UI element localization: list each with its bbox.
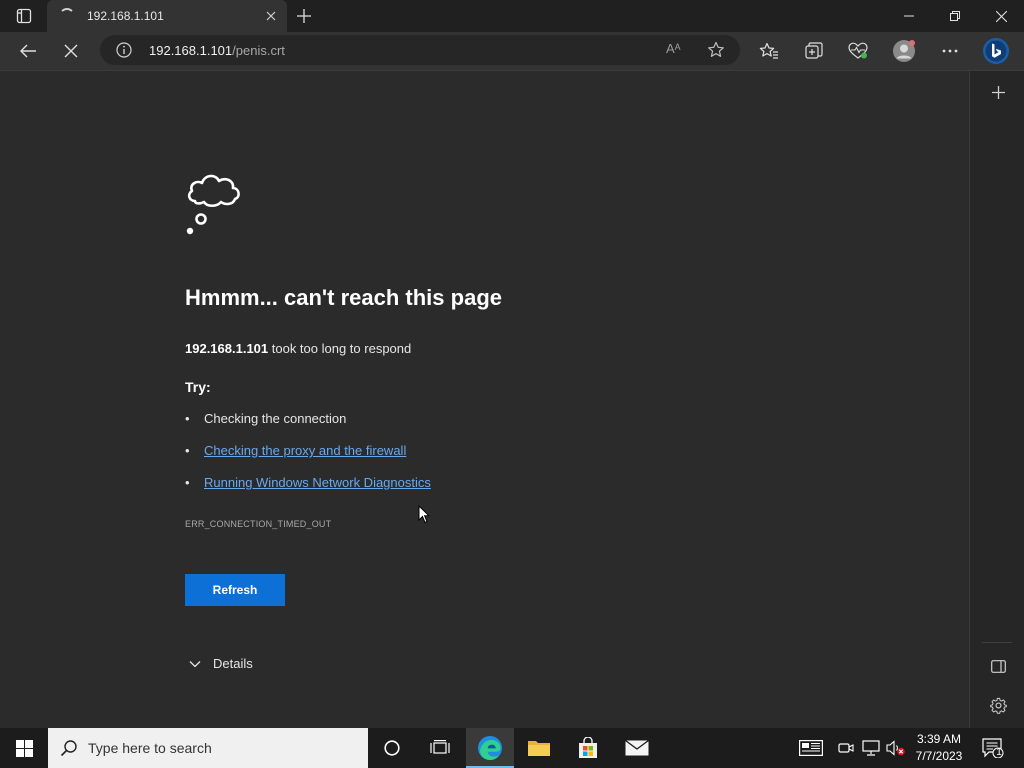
system-clock[interactable]: 3:39 AM 7/7/2023 [911,731,967,765]
bing-icon [983,38,1009,64]
notification-count: 1 [996,747,1002,758]
search-icon [60,740,77,757]
task-view-icon [430,740,450,754]
mouse-pointer-icon [418,505,430,524]
cloud-icon [186,174,240,235]
restore-icon [950,11,960,21]
network-button[interactable] [861,728,881,768]
address-bar[interactable]: 192.168.1.101/penis.crt Aᴬ [100,35,740,65]
profile-button[interactable] [889,36,919,66]
tab-actions-icon [16,8,31,24]
list-item: Checking the connection [185,411,431,443]
hide-sidebar-button[interactable] [988,656,1008,676]
details-label: Details [213,656,253,671]
volume-muted-icon [886,740,905,756]
edge-icon [478,736,502,760]
taskbar: Type here to search 3:39 AM 7/7/2023 1 [0,728,1024,768]
plus-icon [991,85,1005,99]
clock-date: 7/7/2023 [915,749,963,763]
heart-pulse-icon [848,42,868,59]
folder-icon [528,741,550,756]
store-icon [579,737,597,758]
settings-and-more-button[interactable] [935,36,965,66]
refresh-button[interactable]: Refresh [185,574,285,606]
taskbar-explorer-button[interactable] [515,728,563,768]
add-sidebar-app-button[interactable] [988,82,1008,102]
clock-time: 3:39 AM [916,732,962,746]
address-url[interactable]: 192.168.1.101/penis.crt [149,43,285,58]
url-host: 192.168.1.101 [149,43,233,58]
taskbar-mail-button[interactable] [613,728,661,768]
suggestion-list: Checking the connection Checking the pro… [185,411,431,507]
url-path: /penis.crt [232,43,285,58]
task-view-button[interactable] [416,728,464,768]
mail-icon [625,740,649,756]
bing-chat-button[interactable] [981,36,1011,66]
taskbar-search-box[interactable]: Type here to search [48,728,368,768]
minimize-icon [904,15,914,17]
details-toggle[interactable]: Details [189,656,253,671]
close-icon [266,11,276,21]
tab-actions-button[interactable] [0,0,47,32]
back-arrow-icon [20,44,36,58]
news-button[interactable] [797,728,825,768]
sidebar-settings-button[interactable] [988,695,1008,715]
tab-title: 192.168.1.101 [87,9,164,23]
sidebar-toggle-icon [990,659,1006,673]
read-aloud-icon[interactable]: Aᴬ [666,41,681,56]
news-icon [799,740,823,756]
action-center-button[interactable]: 1 [978,728,1008,768]
sidebar-pane [969,71,1024,728]
close-icon [995,10,1007,22]
start-button[interactable] [0,728,48,768]
more-icon [942,49,958,53]
try-label: Try: [185,379,211,395]
stop-loading-button[interactable] [56,36,86,66]
camera-icon [838,743,854,753]
loading-spinner-icon [59,8,75,24]
browser-essentials-button[interactable] [843,36,873,66]
error-page: Hmmm... can't reach this page 192.168.1.… [0,71,969,728]
network-icon [862,740,880,756]
browser-toolbar: 192.168.1.101/penis.crt Aᴬ [0,32,1024,71]
minimize-button[interactable] [886,0,932,32]
error-host: 192.168.1.101 [185,341,269,356]
chevron-down-icon [189,660,201,667]
cortana-icon [384,740,400,756]
back-button[interactable] [13,36,43,66]
stop-icon [64,44,78,58]
search-placeholder: Type here to search [88,740,212,756]
proxy-firewall-link[interactable]: Checking the proxy and the firewall [204,443,406,458]
restore-button[interactable] [932,0,978,32]
profile-icon [893,40,915,62]
window-close-button[interactable] [978,0,1024,32]
taskbar-store-button[interactable] [564,728,612,768]
tab-strip: 192.168.1.101 [0,0,1024,32]
gear-icon [989,697,1007,714]
cortana-button[interactable] [368,728,416,768]
info-icon[interactable] [116,42,132,58]
error-code: ERR_CONNECTION_TIMED_OUT [185,519,332,529]
network-diagnostics-link[interactable]: Running Windows Network Diagnostics [204,475,431,490]
list-item: Running Windows Network Diagnostics [185,475,431,507]
suggestion-text: Checking the connection [204,411,347,426]
new-tab-button[interactable] [292,4,316,28]
error-message: 192.168.1.101 took too long to respond [185,341,411,356]
error-message-text: took too long to respond [268,341,412,356]
windows-logo-icon [15,739,33,757]
divider [982,642,1012,643]
meet-now-button[interactable] [836,728,856,768]
taskbar-edge-button[interactable] [466,728,514,768]
list-item: Checking the proxy and the firewall [185,443,431,475]
browser-tab[interactable]: 192.168.1.101 [47,0,287,32]
star-icon[interactable] [707,41,725,59]
favorites-icon [759,42,778,59]
volume-button[interactable] [885,728,907,768]
collections-icon [805,42,823,59]
tab-close-button[interactable] [263,8,279,24]
collections-button[interactable] [799,36,829,66]
page-title: Hmmm... can't reach this page [185,285,502,310]
plus-icon [297,9,311,23]
favorites-button[interactable] [754,36,784,66]
